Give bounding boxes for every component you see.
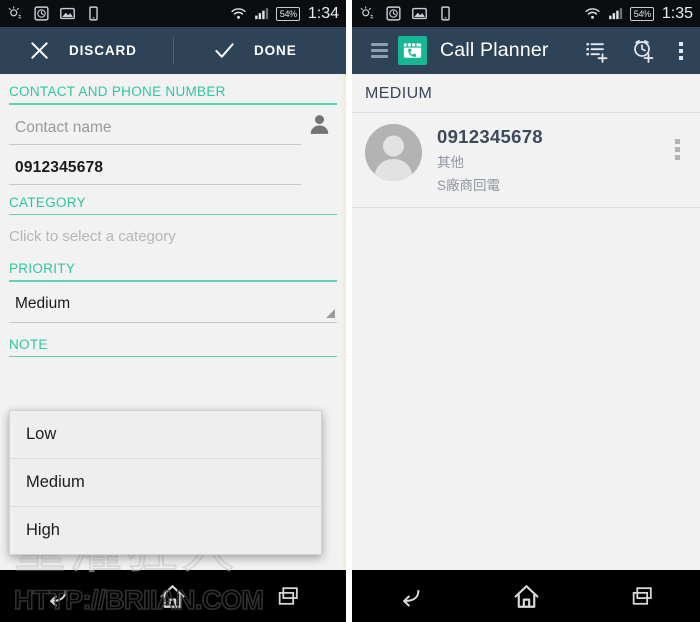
nav-recents-button[interactable]	[257, 570, 319, 622]
dropdown-option-high[interactable]: High	[10, 507, 321, 554]
call-planner-logo-icon	[398, 36, 427, 65]
weather-icon	[360, 6, 373, 19]
panel-divider	[346, 0, 352, 622]
device-icon	[89, 6, 98, 21]
priority-dropdown-popup[interactable]: Low Medium High	[9, 410, 322, 555]
home-icon	[161, 584, 185, 608]
list-item-note: S廠商回電	[437, 178, 501, 193]
wifi-icon	[231, 8, 246, 19]
category-select[interactable]: Click to select a category	[0, 215, 346, 245]
back-icon	[50, 589, 67, 607]
add-alarm-icon	[634, 39, 654, 63]
check-icon	[215, 43, 234, 58]
list-group-header: MEDIUM	[352, 74, 700, 113]
status-bar-right-icons-2: 54% 1:35	[584, 5, 693, 23]
status-bar-left-icons	[7, 5, 102, 22]
nav-back-button[interactable]	[27, 570, 89, 622]
status-bar-right-icons: 54% 1:34	[230, 5, 339, 23]
signal-icon	[254, 8, 268, 20]
nav-home-button[interactable]	[495, 570, 557, 622]
back-icon	[402, 589, 419, 607]
app-title: Call Planner	[440, 39, 549, 61]
done-button[interactable]: DONE	[173, 27, 346, 74]
call-edit-form: CONTACT AND PHONE NUMBER Contact name 09…	[0, 74, 347, 622]
status-bar-left: 54% 1:34	[0, 0, 347, 27]
category-section-label: CATEGORY	[9, 194, 86, 210]
add-list-button[interactable]	[574, 27, 620, 74]
app-action-bar: Call Planner	[352, 27, 700, 74]
default-avatar-icon	[365, 124, 422, 181]
signal-icon	[608, 8, 622, 20]
action-bar-actions	[574, 27, 696, 74]
note-section-label: NOTE	[9, 336, 48, 352]
battery-indicator: 54%	[629, 6, 654, 21]
screenshot-icon	[60, 7, 75, 20]
status-bar-clock: 1:35	[661, 4, 693, 22]
overflow-menu-button[interactable]	[666, 27, 696, 74]
item-overflow-icon	[674, 138, 680, 160]
left-screen: 54% 1:34 DISCARD DONE CONTACT AND PHONE …	[0, 0, 347, 622]
device-icon	[441, 6, 450, 21]
battery-indicator: 54%	[275, 6, 300, 21]
wifi-icon	[585, 8, 600, 19]
home-icon	[514, 584, 538, 608]
contact-picker-button[interactable]	[301, 105, 337, 145]
phone-number-input[interactable]: 0912345678	[9, 145, 302, 185]
dropdown-option-low[interactable]: Low	[10, 411, 321, 459]
contact-name-input[interactable]: Contact name	[9, 105, 302, 145]
close-icon	[31, 42, 48, 59]
right-screen: 54% 1:35 Call Planner MEDIUM 0912345678 …	[352, 0, 700, 622]
nav-recents-button[interactable]	[611, 570, 673, 622]
list-item-title: 0912345678	[437, 126, 543, 147]
priority-spinner[interactable]: Medium	[9, 282, 338, 323]
status-bar-left-icons-2	[359, 5, 454, 22]
list-item-subtitle: 其他	[437, 155, 464, 170]
list-item-overflow-button[interactable]	[664, 124, 690, 174]
status-bar-right: 54% 1:35	[352, 0, 700, 27]
hamburger-icon[interactable]	[371, 40, 388, 62]
priority-section-label: PRIORITY	[9, 261, 76, 276]
list-item[interactable]: 0912345678 其他 S廠商回電	[352, 113, 700, 208]
priority-selected-value: Medium	[15, 294, 71, 312]
phone-number-row: 0912345678	[0, 145, 346, 185]
contact-section-label: CONTACT AND PHONE NUMBER	[9, 84, 226, 99]
status-bar-clock: 1:34	[307, 4, 340, 22]
done-label: DONE	[254, 43, 297, 58]
call-list: MEDIUM 0912345678 其他 S廠商回電	[352, 74, 700, 622]
discard-label: DISCARD	[69, 43, 137, 58]
note-section-rule	[9, 355, 338, 357]
alarm-icon	[386, 6, 401, 21]
overflow-menu-icon	[679, 41, 683, 60]
nav-home-button[interactable]	[142, 570, 204, 622]
dual-screenshot: 54% 1:34 DISCARD DONE CONTACT AND PHONE …	[0, 0, 700, 622]
person-icon	[310, 115, 328, 134]
nav-bar-right	[352, 570, 700, 622]
contact-name-row: Contact name	[0, 105, 346, 145]
recents-icon	[278, 586, 298, 605]
list-item-text: 0912345678 其他 S廠商回電	[437, 124, 664, 194]
alarm-icon	[34, 6, 49, 21]
add-list-icon	[586, 42, 608, 63]
dropdown-option-medium[interactable]: Medium	[10, 459, 321, 507]
add-alarm-button[interactable]	[620, 27, 666, 74]
nav-back-button[interactable]	[379, 570, 441, 622]
spinner-caret-icon	[326, 308, 336, 318]
edit-action-bar: DISCARD DONE	[0, 27, 347, 74]
screenshot-icon	[412, 7, 427, 20]
weather-icon	[8, 6, 21, 19]
nav-bar-left	[0, 570, 347, 622]
discard-button[interactable]: DISCARD	[0, 27, 173, 74]
recents-icon	[632, 586, 652, 605]
